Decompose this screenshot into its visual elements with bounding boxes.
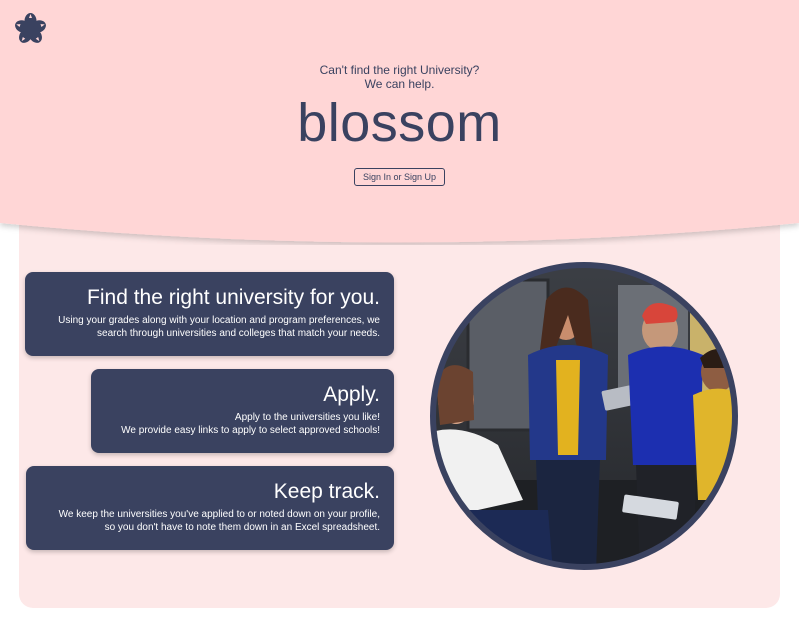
sign-in-button[interactable]: Sign In or Sign Up (354, 168, 445, 186)
feature-description: Using your grades along with your locati… (39, 314, 380, 340)
feature-line: search through universities and colleges… (97, 328, 380, 339)
page: Can't find the right University? We can … (0, 0, 799, 623)
feature-card-find: Find the right university for you. Using… (25, 272, 394, 356)
feature-line: Using your grades along with your locati… (58, 315, 380, 326)
hero-tagline: Can't find the right University? We can … (0, 63, 799, 91)
feature-title: Apply. (323, 383, 380, 406)
feature-title: Keep track. (273, 480, 380, 503)
feature-line: Apply to the universities you like! (234, 412, 380, 423)
feature-line: We provide easy links to apply to select… (121, 425, 380, 436)
brand-title: blossom (297, 93, 502, 153)
feature-card-track: Keep track. We keep the universities you… (26, 466, 394, 550)
feature-description: We keep the universities you've applied … (40, 508, 380, 534)
feature-title: Find the right university for you. (87, 286, 380, 309)
tagline-line-1: Can't find the right University? (319, 63, 480, 77)
hero-section: Can't find the right University? We can … (0, 0, 799, 245)
feature-line: so you don't have to note them down in a… (104, 522, 380, 533)
tagline-line-2: We can help. (364, 77, 435, 91)
feature-card-apply: Apply. Apply to the universities you lik… (91, 369, 394, 453)
feature-description: Apply to the universities you like! We p… (105, 411, 380, 437)
feature-line: We keep the universities you've applied … (58, 509, 380, 520)
group-of-students-photo (428, 260, 740, 572)
flower-icon[interactable] (14, 12, 47, 45)
